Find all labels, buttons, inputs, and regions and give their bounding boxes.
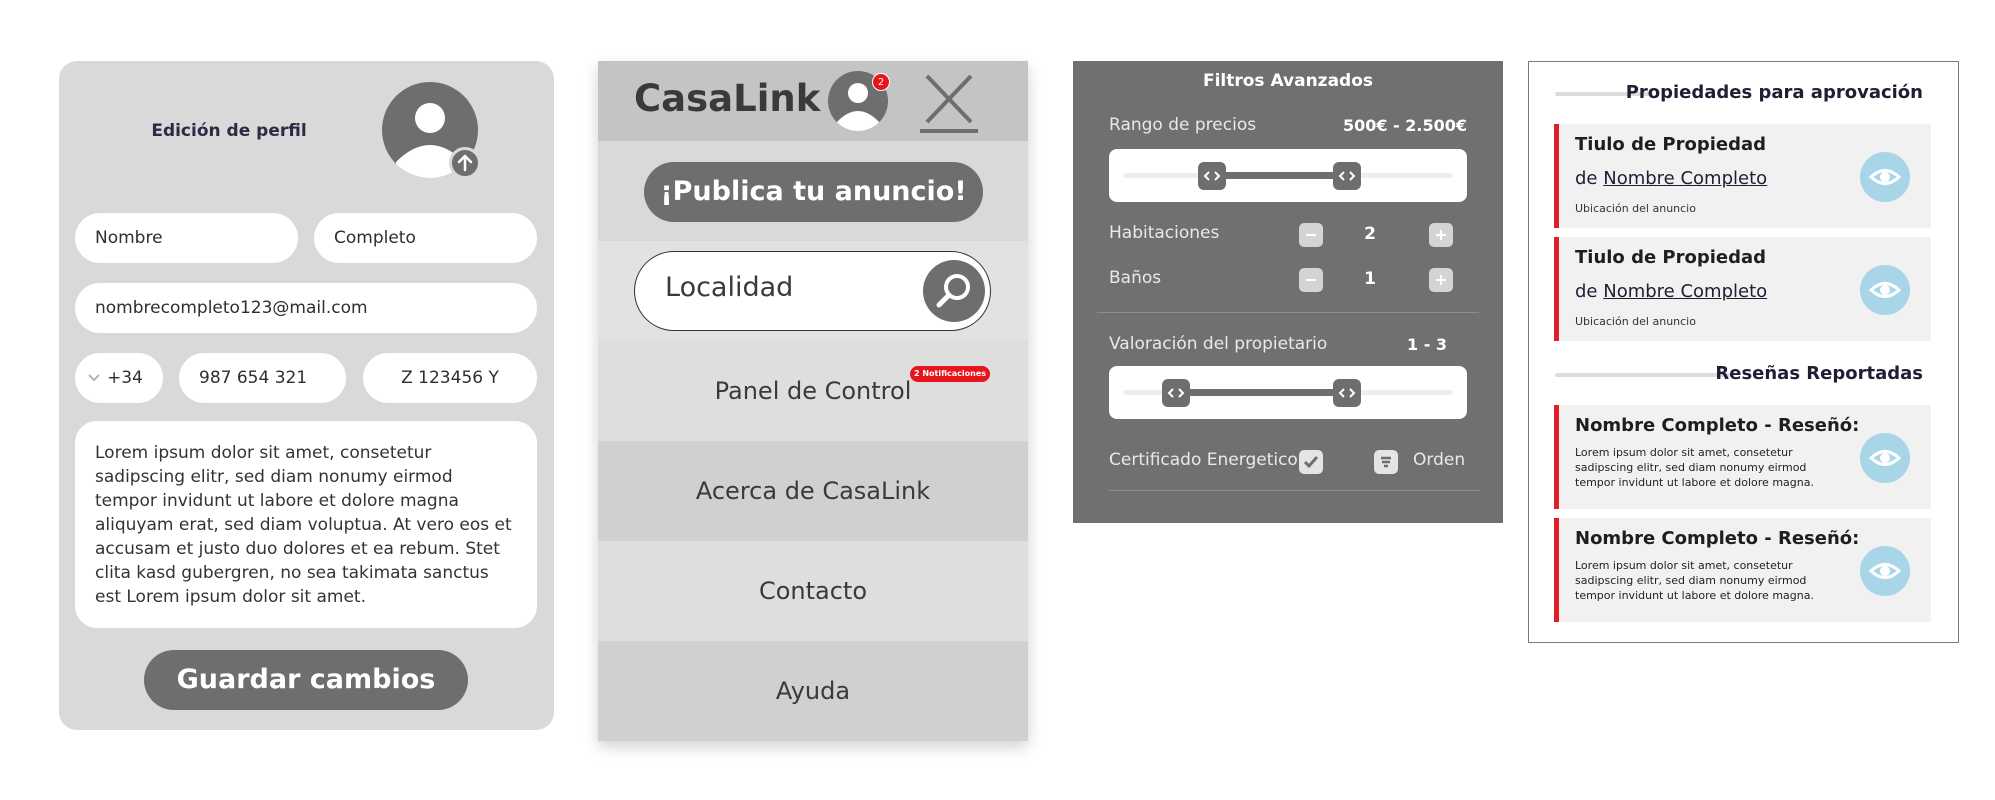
view-button[interactable] [1860,152,1910,202]
menu-item-acerca[interactable]: Acerca de CasaLink [598,441,1028,541]
drag-arrows-icon [1203,171,1221,181]
drag-arrows-icon [1167,388,1185,398]
id-number-field[interactable]: Z 123456 Y [363,353,537,403]
property-title: Tiulo de Propiedad [1575,247,1767,268]
plus-icon [1436,275,1446,285]
menu-item-panel-de-control[interactable]: Panel de Control [598,341,1028,441]
baths-value: 1 [1364,269,1376,289]
property-location: Ubicación del anuncio [1575,315,1696,328]
divider [1363,490,1481,491]
search-placeholder: Localidad [665,272,794,303]
energy-cert-checkbox[interactable] [1299,450,1323,474]
property-card[interactable]: Tiulo de Propiedad de Nombre Completo Ub… [1554,237,1931,341]
property-location: Ubicación del anuncio [1575,202,1696,215]
baths-decrement-button[interactable] [1299,268,1323,292]
brand-logo: CasaLink [634,77,821,120]
rating-label: Valoración del propietario [1109,334,1328,354]
review-card[interactable]: Nombre Completo - Reseñó: Lorem ipsum do… [1554,405,1931,509]
rating-min-handle[interactable] [1161,379,1190,407]
save-button[interactable]: Guardar cambios [144,650,468,710]
section-rule [1555,373,1731,377]
baths-label: Baños [1109,268,1162,288]
rating-slider-fill [1175,389,1348,396]
owner-prefix: de [1575,168,1598,189]
chevron-down-icon [88,374,100,382]
property-title: Tiulo de Propiedad [1575,134,1767,155]
phone-field[interactable]: 987 654 321 [179,353,346,403]
sort-label[interactable]: Orden [1413,450,1465,470]
price-slider[interactable] [1109,149,1467,202]
property-owner-line: de Nombre Completo [1575,168,1767,189]
rooms-increment-button[interactable] [1429,223,1453,247]
country-code-value: +34 [107,368,143,388]
review-title: Nombre Completo - Reseñó: [1575,415,1860,436]
upload-photo-button[interactable] [449,147,481,179]
advanced-filters-panel: Filtros Avanzados Rango de precios 500€ … [1073,61,1503,523]
filters-title: Filtros Avanzados [1202,71,1374,91]
eye-icon [1868,169,1902,185]
location-search[interactable]: Localidad [634,251,991,331]
eye-icon [1868,450,1902,466]
side-menu-panel: CasaLink 2 ¡Publica tu anuncio! Localida… [598,61,1028,741]
last-name-field[interactable]: Completo [314,213,537,263]
eye-icon [1868,563,1902,579]
minus-icon [1306,279,1316,281]
plus-icon [1436,230,1446,240]
notifications-badge: 2 Notificaciones [910,366,990,382]
rating-max-handle[interactable] [1333,379,1362,407]
price-value: 500€ - 2.500€ [1342,116,1467,135]
search-icon [936,274,970,308]
close-icon [925,74,973,124]
menu-item-contacto[interactable]: Contacto [598,541,1028,641]
properties-section-title: Propiedades para aprovación [1625,82,1923,103]
rating-slider[interactable] [1109,366,1467,419]
baths-increment-button[interactable] [1429,268,1453,292]
close-button[interactable] [920,73,978,133]
review-body: Lorem ipsum dolor sit amet, consetetur s… [1575,559,1814,602]
owner-prefix: de [1575,281,1598,302]
review-card[interactable]: Nombre Completo - Reseñó: Lorem ipsum do… [1554,518,1931,622]
drag-arrows-icon [1338,171,1356,181]
owner-link[interactable]: Nombre Completo [1603,168,1767,189]
price-max-handle[interactable] [1333,162,1362,190]
owner-link[interactable]: Nombre Completo [1603,281,1767,302]
view-button[interactable] [1860,433,1910,483]
sort-button[interactable] [1374,450,1398,474]
price-min-handle[interactable] [1198,162,1227,190]
rooms-label: Habitaciones [1109,223,1220,243]
menu-item-ayuda[interactable]: Ayuda [598,641,1028,741]
rating-value: 1 - 3 [1407,335,1448,354]
review-title: Nombre Completo - Reseñó: [1575,528,1860,549]
view-button[interactable] [1860,265,1910,315]
minus-icon [1306,234,1316,236]
property-card[interactable]: Tiulo de Propiedad de Nombre Completo Ub… [1554,124,1931,228]
search-button[interactable] [923,260,985,322]
profile-edit-panel: Edición de perfil Nombre Completo nombre… [59,61,554,730]
price-label: Rango de precios [1109,115,1257,135]
property-owner-line: de Nombre Completo [1575,281,1767,302]
view-button[interactable] [1860,546,1910,596]
profile-title: Edición de perfil [151,121,307,141]
bio-textarea[interactable]: Lorem ipsum dolor sit amet, consetetur s… [75,421,537,628]
sort-icon [1381,456,1391,468]
price-slider-fill [1212,172,1348,179]
country-code-select[interactable]: +34 [75,353,163,403]
approvals-panel: Propiedades para aprovación Tiulo de Pro… [1528,61,1959,643]
email-field[interactable]: nombrecompleto123@mail.com [75,283,537,333]
rooms-value: 2 [1364,224,1376,244]
energy-cert-label: Certificado Energetico [1109,450,1298,470]
reviews-section-title: Reseñas Reportadas [1715,363,1923,384]
arrow-up-icon [457,154,473,172]
divider [1097,312,1479,313]
drag-arrows-icon [1338,388,1356,398]
review-body: Lorem ipsum dolor sit amet, consetetur s… [1575,446,1814,489]
eye-icon [1868,282,1902,298]
publish-listing-button[interactable]: ¡Publica tu anuncio! [644,162,983,222]
rooms-decrement-button[interactable] [1299,223,1323,247]
first-name-field[interactable]: Nombre [75,213,298,263]
checkmark-icon [1303,456,1319,469]
avatar-notification-badge: 2 [872,73,890,91]
